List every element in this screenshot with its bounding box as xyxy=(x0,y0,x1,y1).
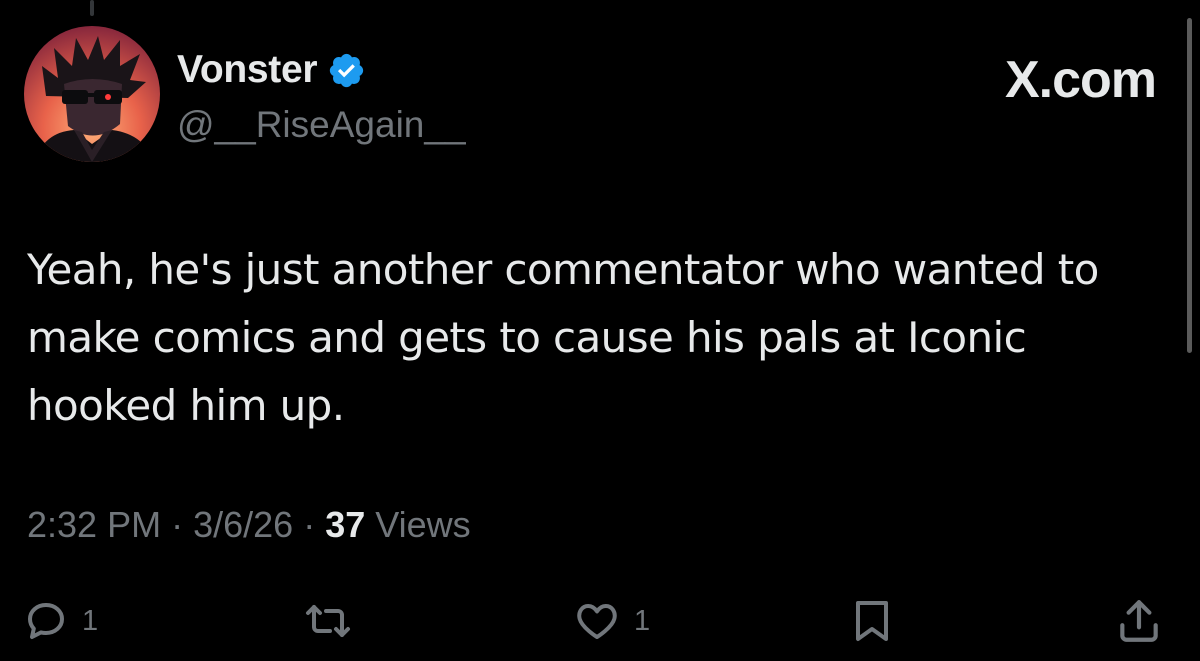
author-name-row: Vonster xyxy=(177,48,366,92)
verified-badge-icon xyxy=(327,51,366,90)
action-bar: 1 1 xyxy=(0,596,1200,652)
tweet-time[interactable]: 2:32 PM xyxy=(27,504,161,545)
thread-connector-line xyxy=(90,0,94,16)
bookmark-icon xyxy=(850,597,894,645)
retweet-button[interactable] xyxy=(302,596,354,646)
like-count: 1 xyxy=(634,604,651,637)
reply-count: 1 xyxy=(82,604,99,637)
views-label: Views xyxy=(375,504,471,545)
author-handle[interactable]: @__RiseAgain__ xyxy=(177,104,466,146)
tweet-metadata: 2:32 PM · 3/6/26 · 37 Views xyxy=(27,504,471,546)
retweet-icon xyxy=(302,597,354,645)
author-display-name[interactable]: Vonster xyxy=(177,48,318,92)
brand-watermark: X.com xyxy=(1004,51,1157,109)
views-count: 37 xyxy=(325,504,366,545)
scrollbar[interactable] xyxy=(1187,18,1192,353)
reply-button[interactable]: 1 xyxy=(22,596,98,646)
avatar[interactable] xyxy=(24,26,160,162)
bookmark-button[interactable] xyxy=(850,596,894,646)
meta-separator: · xyxy=(303,504,316,545)
like-button[interactable]: 1 xyxy=(572,596,650,646)
reply-icon xyxy=(22,597,70,645)
tweet-text: Yeah, he's just another commentator who … xyxy=(27,245,1099,430)
share-icon xyxy=(1114,596,1164,646)
tweet-date[interactable]: 3/6/26 xyxy=(193,504,293,545)
like-icon xyxy=(572,597,622,645)
share-button[interactable] xyxy=(1114,596,1164,646)
meta-separator: · xyxy=(171,504,184,545)
